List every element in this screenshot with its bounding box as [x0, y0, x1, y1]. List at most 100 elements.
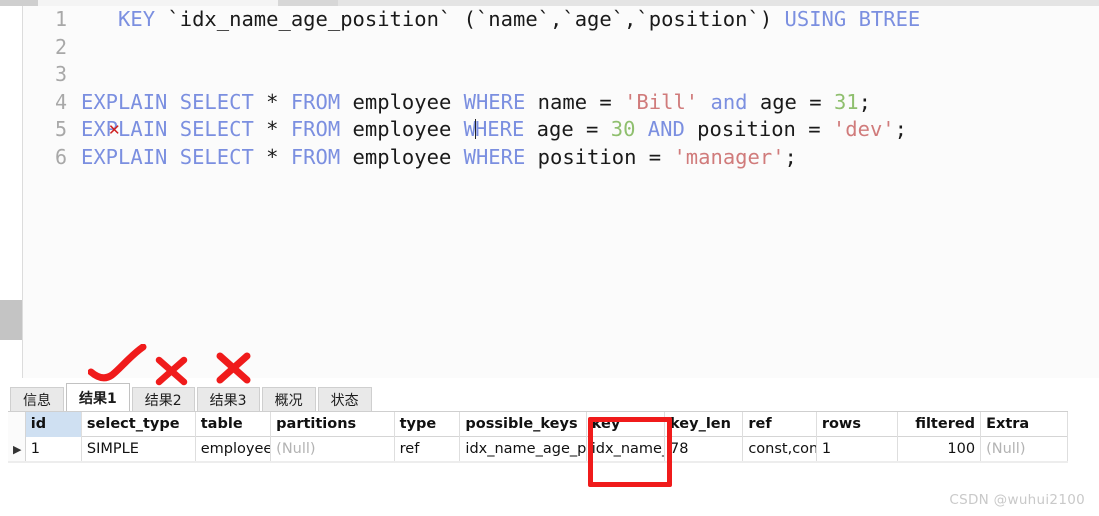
grid-cell[interactable]: employee — [196, 436, 272, 462]
results-tab-label: 信息 — [23, 392, 51, 409]
code-token: employee — [340, 144, 464, 169]
code-token: * — [253, 117, 291, 141]
grid-column-header[interactable]: table — [196, 411, 272, 437]
results-tab[interactable]: 概况 — [261, 387, 316, 411]
results-tab[interactable]: 状态 — [317, 387, 372, 411]
code-token: age = — [759, 89, 834, 114]
code-token: name = — [525, 89, 625, 114]
table-row[interactable]: ▶1SIMPLEemployee(Null)refidx_name_age_po… — [8, 436, 1069, 462]
results-tab[interactable]: 结果3 — [196, 387, 260, 411]
grid-column-header[interactable]: ref — [743, 411, 817, 437]
grid-cell[interactable]: (Null) — [981, 436, 1069, 462]
grid-bottom-edge — [8, 461, 1068, 463]
code-token: WHERE — [463, 144, 526, 169]
code-token: HERE — [474, 117, 525, 141]
code-token: employee — [340, 89, 464, 114]
code-token: and — [698, 89, 760, 114]
code-token: `idx_name_age_position` (`name`,`age`,`p… — [155, 7, 785, 31]
code-token: 'manager' — [673, 144, 785, 169]
results-tabstrip[interactable]: 信息 结果1 结果2 结果3 概况 状态 — [10, 383, 374, 411]
code-token: employee — [340, 117, 464, 141]
code-line[interactable]: 4 EXPLAIN SELECT * FROM employee WHERE na… — [23, 89, 1099, 117]
grid-cell[interactable]: ref — [395, 436, 461, 462]
explain-result-grid[interactable]: id select_type table partitions type possible… — [8, 411, 1069, 462]
code-token: position = — [697, 117, 833, 141]
results-tab-label: 状态 — [330, 392, 359, 409]
code-line[interactable]: 1 KEY `idx_name_age_position` (`name`,`a… — [23, 6, 1099, 34]
grid-column-header[interactable]: Extra — [981, 411, 1069, 437]
code-token: USING BTREE — [784, 7, 921, 31]
grid-cell[interactable]: idx_name_age_position — [587, 436, 666, 462]
code-line[interactable]: 3 — [23, 61, 1099, 89]
code-token: ; — [784, 144, 797, 169]
code-line-text[interactable]: EXPLAIN SELECT * FROM employee WHERE nam… — [67, 89, 871, 117]
code-line-text[interactable] — [67, 61, 93, 89]
code-line-text[interactable] — [67, 34, 93, 62]
code-token: 'Bill' — [624, 89, 699, 114]
results-tab[interactable]: 结果1 — [66, 383, 130, 411]
code-token: 'dev' — [832, 117, 895, 141]
code-token: FROM — [290, 117, 341, 141]
grid-cell[interactable]: idx_name_age_position — [460, 436, 587, 462]
code-token: WHERE — [463, 89, 526, 114]
code-token: AND — [635, 117, 698, 141]
results-tab[interactable]: 结果2 — [131, 387, 195, 411]
grid-column-header[interactable]: partitions — [271, 411, 395, 437]
code-token: position = — [525, 144, 674, 169]
vertical-scrollbar[interactable] — [0, 6, 22, 378]
row-marker: ▶ — [8, 436, 26, 462]
code-token: 31 — [833, 89, 859, 114]
results-tab-label: 概况 — [274, 392, 303, 409]
line-number: 3 — [54, 62, 67, 86]
application-root: 1 KEY `idx_name_age_position` (`name`,`a… — [0, 0, 1099, 516]
code-line[interactable]: 5 EXPLAIN SELECT * FROM employee WHERE ag… — [23, 116, 1099, 144]
sql-editor[interactable]: 1 KEY `idx_name_age_position` (`name`,`a… — [22, 6, 1099, 378]
code-line-text[interactable]: EXPLAIN SELECT * FROM employee WHERE age… — [67, 116, 907, 144]
grid-cell[interactable]: SIMPLE — [82, 436, 196, 462]
grid-header-row: id select_type table partitions type possible… — [8, 411, 1069, 437]
code-line[interactable]: 6 EXPLAIN SELECT * FROM employee WHERE po… — [23, 144, 1099, 172]
scrollbar-thumb[interactable] — [0, 300, 22, 340]
code-line-text[interactable]: EXPLAIN SELECT * FROM employee WHERE pos… — [67, 144, 797, 172]
code-token: 30 — [610, 117, 636, 141]
grid-column-header[interactable]: id — [25, 411, 82, 437]
grid-column-header[interactable]: key_len — [665, 411, 744, 437]
code-token: age = — [524, 117, 611, 141]
code-token: * — [253, 144, 291, 169]
results-tab[interactable]: 信息 — [10, 387, 64, 411]
sql-code-area[interactable]: 1 KEY `idx_name_age_position` (`name`,`a… — [23, 6, 1099, 378]
csdn-watermark: CSDN @wuhui2100 — [949, 492, 1085, 508]
grid-cell[interactable]: const,const — [743, 436, 817, 462]
code-token: KEY — [118, 7, 156, 31]
code-token: EXPLAIN SELECT — [81, 144, 254, 169]
line-number: 6 — [54, 144, 67, 169]
grid-cell[interactable]: 78 — [665, 436, 744, 462]
code-token: ; — [858, 89, 871, 114]
line-number: 4 — [54, 89, 67, 114]
results-tab-label: 结果2 — [144, 392, 182, 409]
results-panel: 信息 结果1 结果2 结果3 概况 状态 id select_type table partit… — [0, 378, 1099, 516]
line-number: 2 — [54, 34, 67, 59]
grid-column-header[interactable]: type — [395, 411, 461, 437]
grid-column-header[interactable]: rows — [817, 411, 898, 437]
results-tab-label: 结果3 — [209, 392, 247, 409]
code-token: FROM — [290, 89, 341, 114]
code-line-text[interactable]: KEY `idx_name_age_position` (`name`,`age… — [67, 6, 920, 34]
grid-cell[interactable]: (Null) — [271, 436, 395, 462]
code-line[interactable]: 2 — [23, 34, 1099, 62]
code-token: EXPLAIN SELECT — [81, 89, 254, 114]
grid-column-header[interactable]: possible_keys — [460, 411, 587, 437]
results-tab-label: 结果1 — [79, 390, 117, 407]
grid-corner-cell — [8, 411, 26, 437]
grid-column-header[interactable]: filtered — [898, 411, 982, 437]
code-token: EXPLAIN SELECT — [81, 117, 254, 141]
line-number: 1 — [54, 7, 67, 31]
grid-cell[interactable]: 1 — [26, 436, 82, 462]
grid-column-header[interactable]: key — [587, 411, 666, 437]
code-token: * — [253, 89, 291, 114]
grid-column-header[interactable]: select_type — [82, 411, 196, 437]
code-token: FROM — [290, 144, 341, 169]
grid-cell[interactable]: 1 — [817, 436, 898, 462]
grid-cell[interactable]: 100 — [898, 436, 982, 462]
